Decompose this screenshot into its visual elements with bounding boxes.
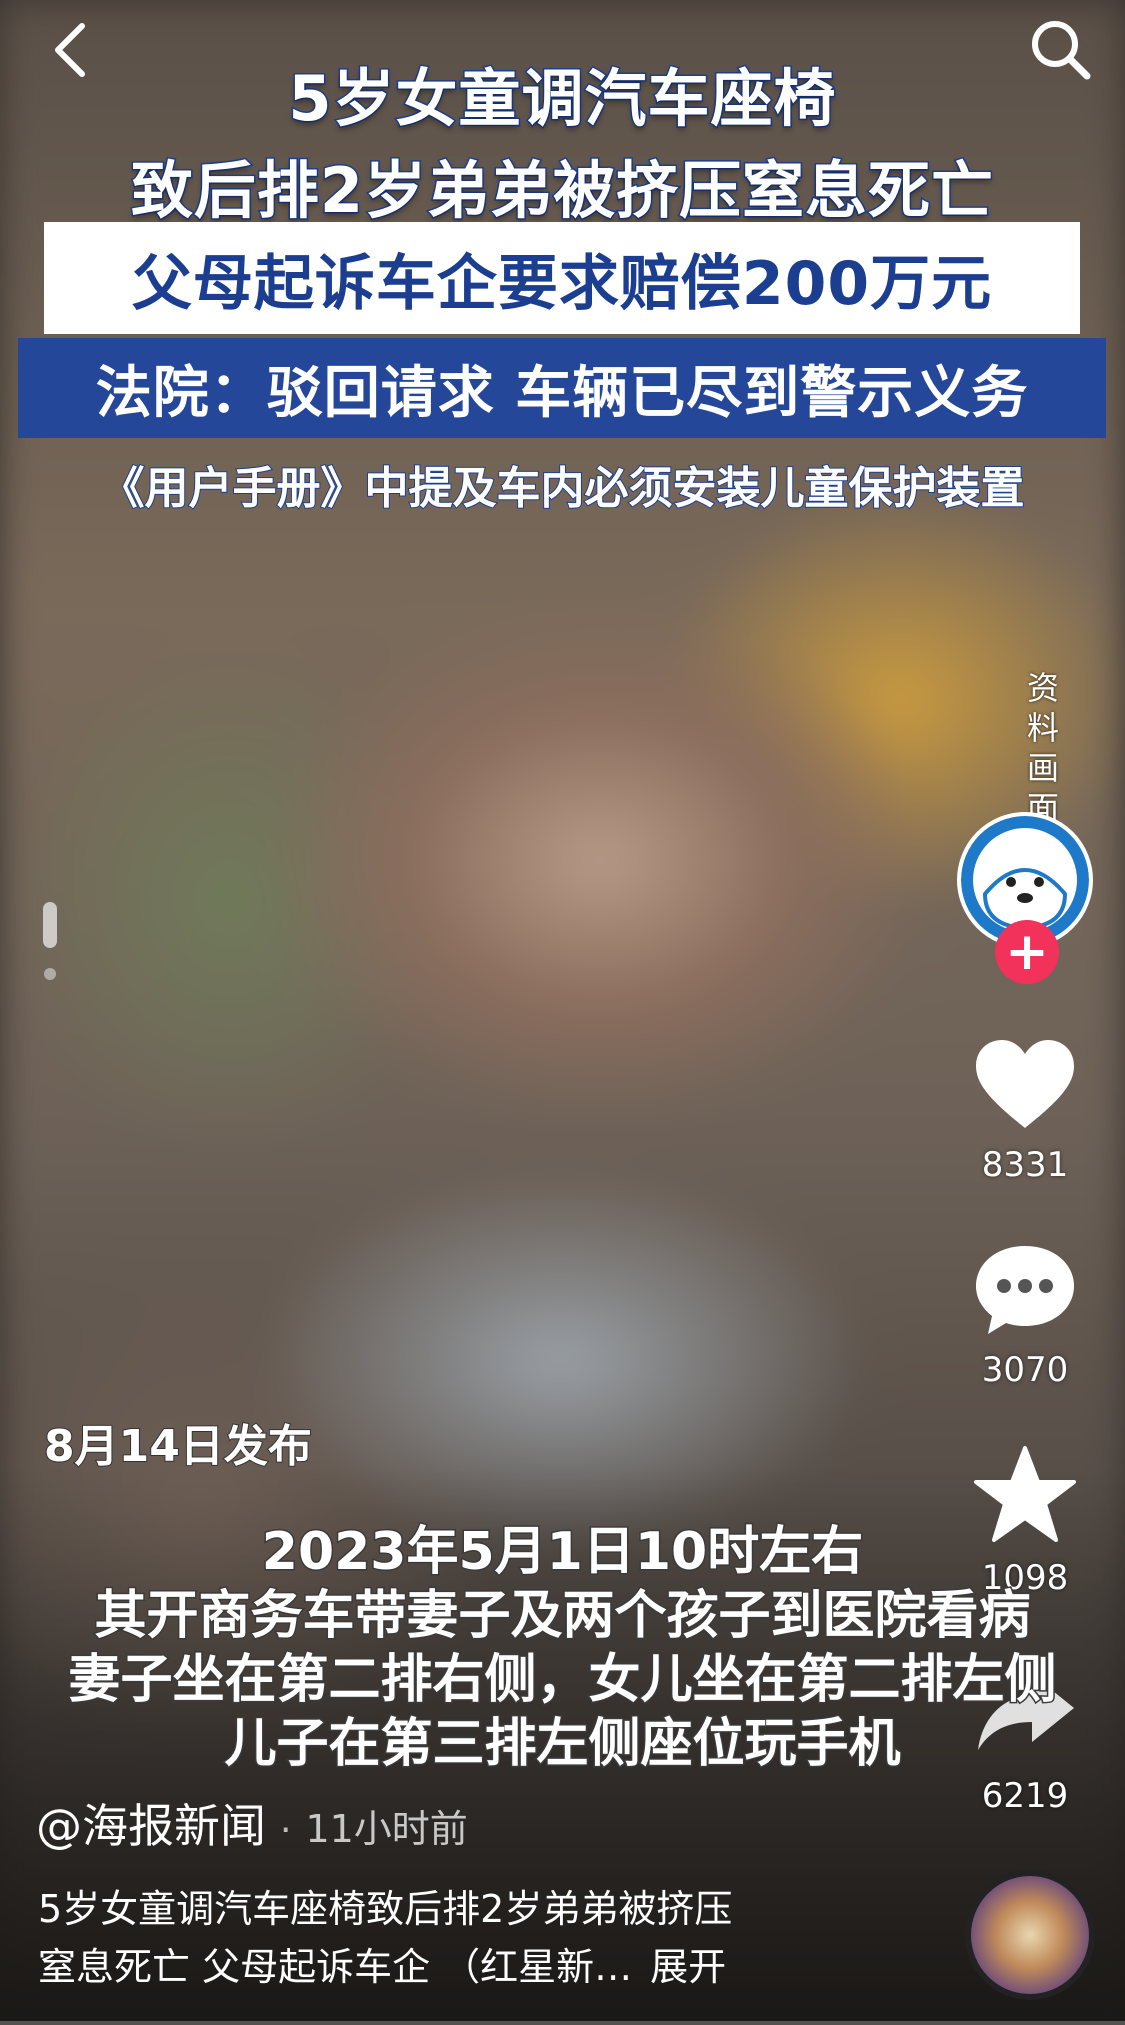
headline-line-3: 父母起诉车企要求赔偿200万元 (131, 248, 993, 319)
author-row: @海报新闻 · 11小时前 (36, 1790, 468, 1856)
music-disc[interactable] (965, 1870, 1095, 2000)
video-subtitle: 2023年5月1日10时左右 其开商务车带妻子及两个孩子到医院看病 妻子坐在第二… (0, 1520, 1125, 1776)
share-count: 6219 (981, 1776, 1069, 1816)
headline-line-4: 法院：驳回请求 车辆已尽到警示义务 (95, 360, 1029, 426)
description-line: 5岁女童调汽车座椅致后排2岁弟弟被挤压 (38, 1887, 733, 1931)
subtitle-line: 其开商务车带妻子及两个孩子到医院看病 (93, 1585, 1032, 1648)
scroll-indicator-bar (43, 902, 57, 948)
follow-button[interactable]: + (995, 920, 1059, 984)
comment-count: 3070 (981, 1350, 1069, 1390)
description-text: 窒息死亡 父母起诉车企 （红星新… (38, 1945, 633, 1989)
comment-icon (976, 1246, 1074, 1334)
author-name[interactable]: @海报新闻 (36, 1790, 266, 1856)
comment-button[interactable] (970, 1240, 1080, 1340)
publish-date: 8月14日发布 (43, 1420, 313, 1473)
description-line-2: 窒息死亡 父母起诉车企 （红星新… 展开 (38, 1938, 858, 1996)
progress-bar[interactable] (0, 2021, 1125, 2025)
video-description[interactable]: 5岁女童调汽车座椅致后排2岁弟弟被挤压 窒息死亡 父母起诉车企 （红星新… 展开 (38, 1880, 858, 1996)
separator-dot: · (280, 1810, 292, 1851)
post-time: 11小时前 (305, 1807, 468, 1851)
like-button[interactable] (970, 1036, 1080, 1136)
scroll-indicator-dot (44, 968, 56, 980)
subtitle-line: 妻子坐在第二排右侧，女儿坐在第二排左侧 (67, 1649, 1058, 1712)
heart-icon (976, 1040, 1074, 1128)
subtitle-line: 2023年5月1日10时左右 (260, 1521, 864, 1584)
like-count: 8331 (981, 1145, 1069, 1185)
expand-button[interactable]: 展开 (650, 1945, 726, 1989)
subtitle-line: 儿子在第三排左侧座位玩手机 (223, 1713, 902, 1776)
scroll-indicator (40, 902, 60, 980)
